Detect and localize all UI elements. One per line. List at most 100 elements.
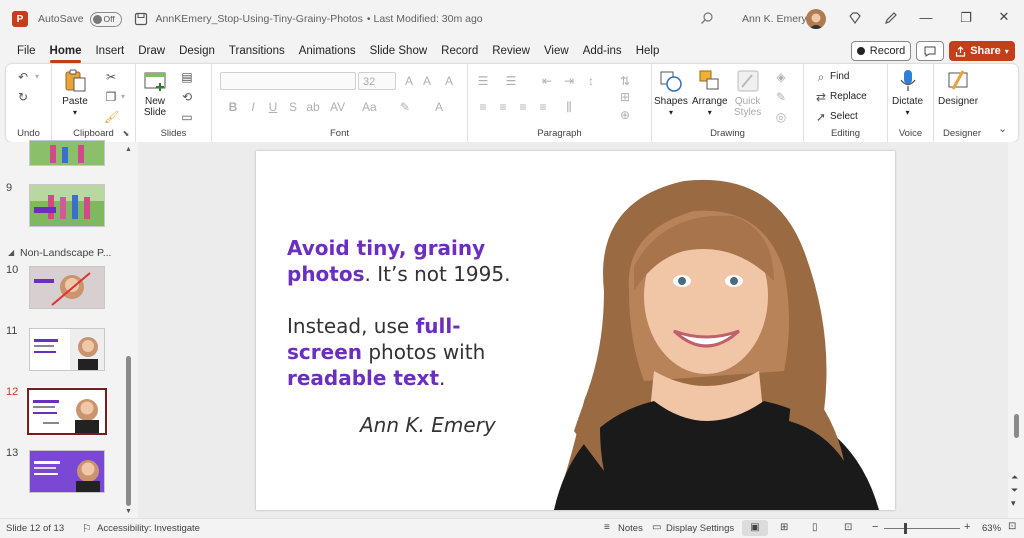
zoom-in-icon[interactable]: +: [964, 521, 970, 533]
replace-icon[interactable]: ⇄: [814, 90, 828, 104]
tab-help[interactable]: Help: [629, 38, 667, 64]
find-icon[interactable]: ⌕: [814, 70, 828, 84]
slideshow-icon[interactable]: ⊡: [844, 522, 852, 533]
paste-button[interactable]: Paste ▾: [62, 69, 88, 118]
slide-12[interactable]: Avoid tiny, grainy photos. It’s not 1995…: [256, 151, 895, 510]
line-spacing-icon[interactable]: ↕: [584, 74, 598, 88]
dialog-launcher-icon[interactable]: ⬊: [119, 127, 133, 141]
minimize-button[interactable]: —: [908, 10, 944, 25]
layout-icon[interactable]: ▤: [180, 70, 194, 84]
diamond-icon[interactable]: [848, 11, 862, 28]
tab-file[interactable]: File: [10, 38, 43, 64]
bold-icon[interactable]: B: [226, 100, 240, 114]
slide-thumbnail-11[interactable]: [29, 328, 105, 371]
tab-draw[interactable]: Draw: [131, 38, 172, 64]
decrease-indent-icon[interactable]: ⇤: [540, 74, 554, 88]
user-name[interactable]: Ann K. Emery: [742, 13, 807, 25]
save-icon[interactable]: [134, 12, 148, 26]
tab-review[interactable]: Review: [485, 38, 537, 64]
autosave-toggle[interactable]: Off: [89, 11, 122, 27]
smartart-icon[interactable]: ⊕: [618, 108, 632, 122]
numbering-icon[interactable]: ☰: [504, 74, 518, 88]
accessibility-icon[interactable]: ⚐: [82, 522, 92, 535]
slide-signature[interactable]: Ann K. Emery: [360, 413, 496, 437]
avatar[interactable]: [806, 9, 826, 29]
next-slide-icon[interactable]: ⏷: [1011, 485, 1018, 496]
columns-icon[interactable]: ⫼: [562, 100, 576, 114]
pen-icon[interactable]: [884, 11, 898, 28]
slide-line-4[interactable]: screen photos with: [287, 339, 485, 365]
format-painter-icon[interactable]: 🖌: [104, 110, 119, 124]
section-icon[interactable]: ▭: [180, 110, 194, 124]
document-title[interactable]: AnnKEmery_Stop-Using-Tiny-Grainy-Photos: [156, 13, 363, 25]
slide-thumbnail-10[interactable]: [29, 266, 105, 309]
replace-label[interactable]: Replace: [830, 91, 867, 102]
display-settings-button[interactable]: Display Settings: [666, 523, 734, 534]
tab-design[interactable]: Design: [172, 38, 222, 64]
font-size-field[interactable]: 32: [358, 72, 396, 90]
fit-slide-icon[interactable]: ▾: [1011, 498, 1016, 509]
font-name-field[interactable]: [220, 72, 356, 90]
tab-add-ins[interactable]: Add-ins: [576, 38, 629, 64]
slide-line-1[interactable]: Avoid tiny, grainy: [287, 235, 485, 261]
italic-icon[interactable]: I: [246, 100, 260, 114]
record-button[interactable]: Record: [851, 41, 911, 61]
font-color-icon[interactable]: A: [432, 100, 446, 114]
zoom-slider[interactable]: [884, 523, 960, 534]
pane-scroll-down-icon[interactable]: ▼: [125, 508, 132, 515]
redo-icon[interactable]: ↻: [16, 90, 30, 104]
section-label[interactable]: Non-Landscape P...: [20, 247, 111, 259]
char-spacing-icon[interactable]: AV: [330, 100, 345, 114]
slides-pane-scrollbar[interactable]: [126, 356, 131, 506]
tab-record[interactable]: Record: [434, 38, 485, 64]
section-collapse-icon[interactable]: ◢: [8, 248, 14, 257]
align-center-icon[interactable]: ≡: [496, 100, 510, 114]
canvas-scrollbar[interactable]: [1014, 414, 1019, 438]
reading-view-icon[interactable]: ▯: [812, 522, 818, 533]
zoom-slider-thumb[interactable]: [904, 523, 907, 534]
bullets-icon[interactable]: ☰: [476, 74, 490, 88]
slide-thumbnail-13[interactable]: [29, 450, 105, 493]
reset-icon[interactable]: ⟲: [180, 90, 194, 104]
quick-styles-button[interactable]: Quick Styles: [734, 69, 761, 118]
justify-icon[interactable]: ≡: [536, 100, 550, 114]
dictate-button[interactable]: Dictate ▾: [892, 69, 923, 118]
arrange-button[interactable]: Arrange ▾: [692, 69, 728, 118]
normal-view-icon[interactable]: ▣: [742, 520, 768, 536]
undo-icon[interactable]: ↶: [16, 70, 30, 84]
new-slide-button[interactable]: New Slide: [142, 69, 168, 118]
copy-dropdown-icon[interactable]: ▾: [116, 90, 130, 104]
grow-font-icon[interactable]: A: [402, 74, 416, 88]
shape-outline-icon[interactable]: ✎: [774, 90, 788, 104]
notes-icon[interactable]: ≡: [604, 522, 610, 533]
search-icon[interactable]: [700, 11, 714, 28]
clear-format-icon[interactable]: A: [442, 74, 456, 88]
select-icon[interactable]: ➚: [814, 110, 828, 124]
notes-button[interactable]: Notes: [618, 523, 643, 534]
tab-home[interactable]: Home: [43, 38, 89, 64]
cut-icon[interactable]: ✂: [104, 70, 118, 84]
shapes-button[interactable]: Shapes ▾: [654, 69, 688, 118]
tab-animations[interactable]: Animations: [292, 38, 363, 64]
fit-to-window-icon[interactable]: ⊡: [1008, 521, 1016, 532]
slide-line-2[interactable]: photos. It’s not 1995.: [287, 261, 510, 287]
undo-dropdown-icon[interactable]: ▾: [30, 70, 44, 84]
slide-thumbnail-9[interactable]: [29, 184, 105, 227]
find-label[interactable]: Find: [830, 71, 849, 82]
comments-button[interactable]: [916, 41, 944, 61]
strikethrough-icon[interactable]: S: [286, 100, 300, 114]
tab-insert[interactable]: Insert: [88, 38, 131, 64]
share-button[interactable]: Share ▾: [949, 41, 1015, 61]
zoom-out-icon[interactable]: −: [872, 521, 878, 533]
slide-line-3[interactable]: Instead, use full-: [287, 313, 461, 339]
prev-slide-icon[interactable]: ⏶: [1011, 472, 1018, 483]
pane-scroll-up-icon[interactable]: ▲: [125, 146, 132, 153]
increase-indent-icon[interactable]: ⇥: [562, 74, 576, 88]
display-settings-icon[interactable]: ▭: [652, 522, 661, 533]
text-direction-icon[interactable]: ⇅: [618, 74, 632, 88]
slide-thumbnail-12[interactable]: [26, 387, 108, 436]
underline-icon[interactable]: U: [266, 100, 280, 114]
shape-fill-icon[interactable]: ◈: [774, 70, 788, 84]
shape-effects-icon[interactable]: ◎: [774, 110, 788, 124]
designer-button[interactable]: Designer: [938, 69, 978, 107]
